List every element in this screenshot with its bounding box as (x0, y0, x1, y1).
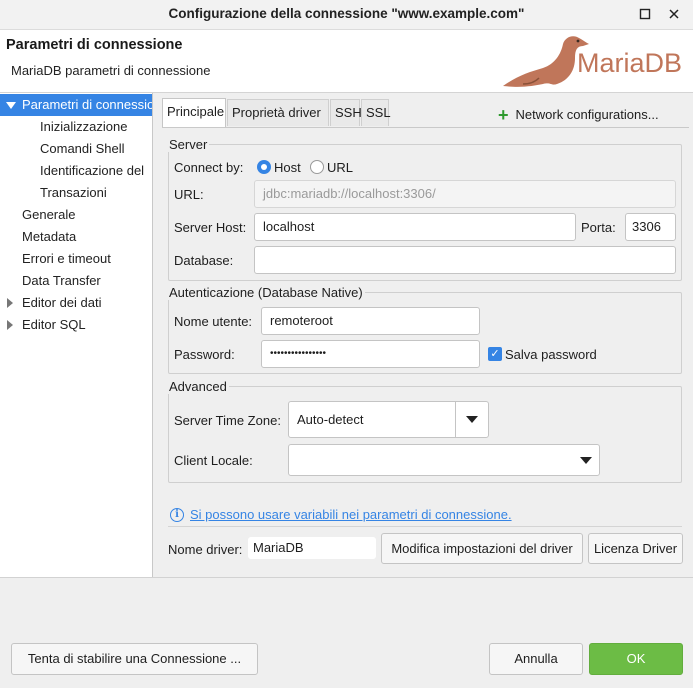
logo-text: MariaDB (577, 48, 682, 78)
password-label: Password: (174, 347, 235, 362)
server-host-field[interactable]: localhost (254, 213, 576, 241)
main-panel: Principale Proprietà driver SSH SSL + Net… (156, 93, 693, 577)
port-label: Porta: (581, 220, 616, 235)
database-field[interactable] (254, 246, 676, 274)
tab-ssh[interactable]: SSH (330, 99, 362, 126)
url-radio[interactable] (310, 160, 324, 174)
test-connection-button[interactable]: Tenta di stabilire una Connessione ... (11, 643, 258, 675)
window-title: Configurazione della connessione "www.ex… (168, 6, 525, 21)
tree-item-editor-dati[interactable]: Editor dei dati (22, 292, 102, 314)
tree-item-inizializzazione[interactable]: Inizializzazione (40, 116, 127, 138)
driver-divider (168, 526, 682, 527)
tree-item-editor-sql[interactable]: Editor SQL (22, 314, 86, 336)
maximize-button[interactable] (637, 6, 653, 22)
timezone-combo[interactable]: Auto-detect (288, 401, 489, 438)
mariadb-logo: MariaDB (499, 32, 691, 90)
footer-divider (0, 577, 693, 578)
close-icon (669, 9, 679, 19)
maximize-icon (639, 8, 651, 20)
cancel-button[interactable]: Annulla (489, 643, 583, 675)
settings-tree: Parametri di connessione Inizializzazion… (0, 93, 153, 577)
driver-license-button[interactable]: Licenza Driver (588, 533, 683, 564)
timezone-dropdown-button[interactable] (455, 402, 488, 437)
edit-driver-button[interactable]: Modifica impostazioni del driver (381, 533, 583, 564)
server-host-label: Server Host: (174, 220, 247, 235)
header-title: Parametri di connessione (6, 37, 183, 53)
plus-icon: + (498, 105, 509, 125)
tree-item-metadata[interactable]: Metadata (22, 226, 76, 248)
driver-name-label: Nome driver: (168, 542, 243, 557)
tree-item-errori-timeout[interactable]: Errori e timeout (22, 248, 111, 270)
tree-item-label: Parametri di connessione (22, 97, 152, 112)
dialog-header: Parametri di connessione MariaDB paramet… (0, 30, 693, 92)
url-field[interactable]: jdbc:mariadb://localhost:3306/ (254, 180, 676, 208)
tab-principale[interactable]: Principale (162, 98, 226, 127)
tab-ssl[interactable]: SSL (361, 99, 391, 126)
tree-item-generale[interactable]: Generale (22, 204, 75, 226)
close-button[interactable] (666, 6, 682, 22)
tree-item-identificazione[interactable]: Identificazione del (40, 160, 144, 182)
client-locale-combo[interactable] (288, 444, 600, 476)
username-field[interactable]: remoteroot (261, 307, 480, 335)
network-configurations-label: Network configurations... (515, 107, 659, 122)
window-titlebar: Configurazione della connessione "www.ex… (0, 0, 693, 30)
tab-underline (162, 127, 689, 128)
username-label: Nome utente: (174, 314, 253, 329)
database-label: Database: (174, 253, 234, 268)
save-password-label[interactable]: Salva password (505, 347, 597, 362)
tree-item-transazioni[interactable]: Transazioni (40, 182, 107, 204)
sea-lion-icon: MariaDB (503, 36, 682, 87)
tree-item-data-transfer[interactable]: Data Transfer (22, 270, 101, 292)
tree-item-comandi-shell[interactable]: Comandi Shell (40, 138, 125, 160)
network-configurations-button[interactable]: + Network configurations... (498, 105, 659, 126)
connect-by-label: Connect by: (174, 160, 244, 175)
tree-item-parametri-connessione[interactable]: Parametri di connessione (0, 94, 152, 116)
password-field[interactable]: •••••••••••••••• (261, 340, 480, 368)
url-radio-label[interactable]: URL (327, 160, 353, 175)
client-locale-label: Client Locale: (174, 453, 253, 468)
info-icon: i (170, 508, 184, 522)
auth-legend: Autenticazione (Database Native) (169, 285, 363, 300)
chevron-down-icon (6, 102, 16, 110)
ok-button[interactable]: OK (589, 643, 683, 675)
port-field[interactable]: 3306 (625, 213, 676, 241)
host-radio[interactable] (257, 160, 271, 174)
host-radio-label[interactable]: Host (274, 160, 301, 175)
driver-name-field: MariaDB (248, 537, 376, 559)
url-label: URL: (174, 187, 204, 202)
timezone-label: Server Time Zone: (174, 413, 281, 428)
tab-proprieta-driver[interactable]: Proprietà driver (227, 99, 329, 126)
chevron-right-icon[interactable] (7, 320, 13, 330)
header-subtitle: MariaDB parametri di connessione (11, 63, 211, 78)
chevron-down-icon (466, 416, 478, 423)
variables-info-link[interactable]: Si possono usare variabili nei parametri… (190, 507, 512, 522)
advanced-legend: Advanced (169, 379, 227, 394)
server-legend: Server (169, 137, 208, 152)
save-password-checkbox[interactable]: ✓ (488, 347, 502, 361)
timezone-value: Auto-detect (297, 412, 364, 427)
chevron-down-icon (580, 457, 592, 464)
chevron-right-icon[interactable] (7, 298, 13, 308)
